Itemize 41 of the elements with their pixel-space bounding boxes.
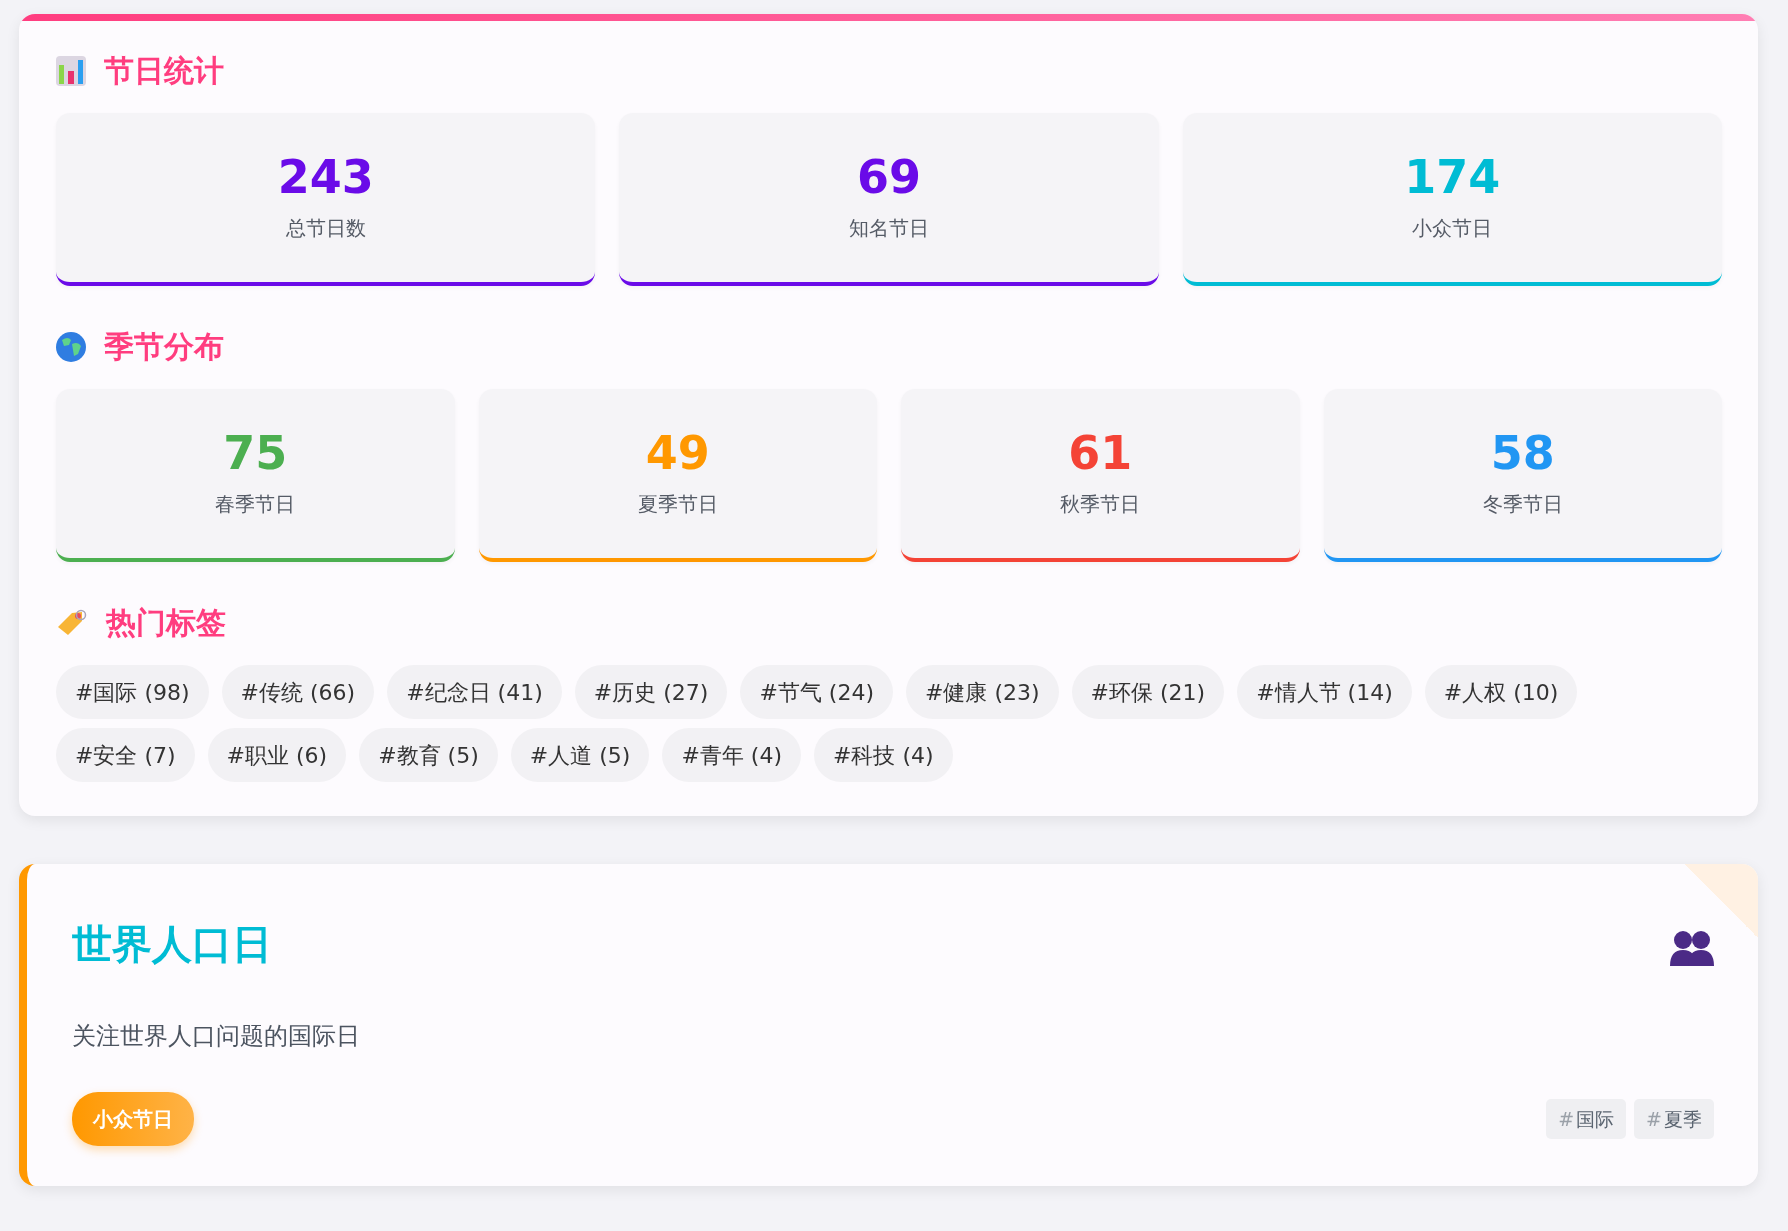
stat-label: 知名节日 [849,214,929,242]
tag-chip[interactable]: #科技 (4) [813,728,953,782]
tag-chip: #国际 [1546,1098,1627,1140]
tag-chip[interactable]: #传统 (66) [221,665,375,719]
section-title: 热门标签 [106,604,226,642]
bar-chart-icon [56,55,86,86]
festival-title: 世界人口日 [72,920,272,969]
tag-icon [56,608,88,637]
globe-icon [56,331,86,362]
stat-value: 58 [1490,428,1555,479]
stat-value: 69 [857,152,921,203]
tag-chip[interactable]: #职业 (6) [207,728,347,782]
stat-label: 春季节日 [215,490,296,518]
tag-chip[interactable]: #节气 (24) [740,665,893,719]
tag-chip[interactable]: #国际 (98) [56,665,209,719]
category-badge: 小众节日 [72,1092,194,1146]
tag-chip[interactable]: #青年 (4) [662,728,801,782]
stat-value: 243 [277,152,374,203]
stat-value: 174 [1404,152,1501,203]
stat-value: 61 [1068,428,1133,479]
tag-chip[interactable]: #安全 (7) [56,728,195,782]
tag-chip[interactable]: #环保 (21) [1071,665,1225,719]
tag-chip[interactable]: #历史 (27) [574,665,728,719]
tag-chip[interactable]: #健康 (23) [905,665,1059,719]
two-people-icon [1670,928,1714,966]
stat-label: 总节日数 [285,214,366,242]
stat-label: 秋季节日 [1060,490,1141,518]
section-title: 季节分布 [104,328,224,366]
section-title: 节日统计 [104,52,224,90]
festival-description: 关注世界人口问题的国际日 [72,1021,361,1052]
tag-chip[interactable]: #纪念日 (41) [387,665,562,719]
tag-chip[interactable]: #人权 (10) [1424,665,1578,719]
stat-value: 49 [645,428,710,479]
stat-label: 小众节日 [1412,214,1493,242]
tag-chip[interactable]: #教育 (5) [359,728,498,782]
stat-label: 夏季节日 [637,490,718,518]
stat-label: 冬季节日 [1482,490,1563,518]
tag-chip[interactable]: #情人节 (14) [1237,665,1412,719]
tag-chip: #夏季 [1634,1098,1714,1140]
stat-value: 75 [223,428,288,479]
tag-chip[interactable]: #人道 (5) [510,728,650,782]
